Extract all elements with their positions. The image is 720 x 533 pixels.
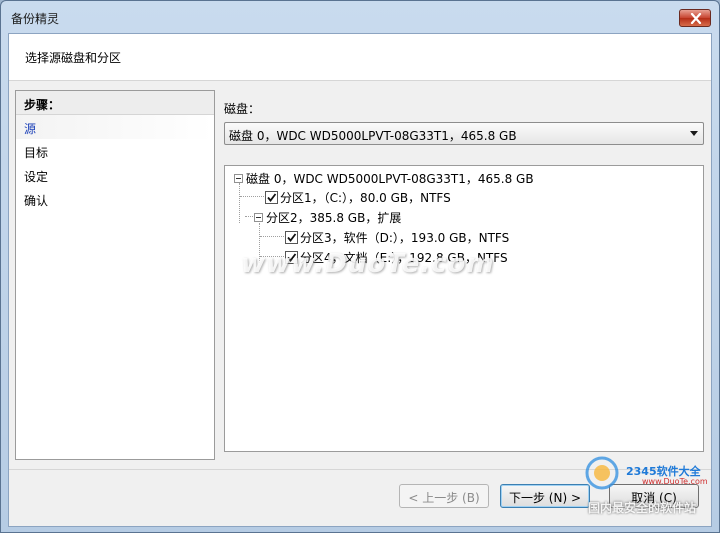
- header-text: 选择源磁盘和分区: [25, 51, 122, 65]
- step-confirm[interactable]: 确认: [16, 187, 214, 211]
- title-bar[interactable]: 备份精灵: [1, 1, 719, 33]
- partition-1-checkbox[interactable]: [265, 190, 278, 204]
- logo-slogan: 国内最安全的软件站: [588, 501, 697, 515]
- dropdown-arrow-icon[interactable]: [690, 131, 698, 136]
- partition-tree: 磁盘 0，WDC WD5000LPVT-08G33T1，465.8 GB 分区1…: [224, 165, 704, 452]
- checkmark-icon: [267, 192, 277, 202]
- tree-disk-node[interactable]: 磁盘 0，WDC WD5000LPVT-08G33T1，465.8 GB: [234, 169, 534, 187]
- dialog-window: 备份精灵 选择源磁盘和分区 步骤： 源 目标 设定 确认 磁盘： 磁盘 0，WD…: [0, 0, 720, 533]
- disk-dropdown-value: 磁盘 0，WDC WD5000LPVT-08G33T1，465.8 GB: [229, 129, 517, 143]
- tree-partition-3[interactable]: 分区3，软件（D:），193.0 GB，NTFS: [285, 228, 509, 246]
- partition-1-label: 分区1，（C:），80.0 GB，NTFS: [280, 190, 451, 205]
- window-title: 备份精灵: [11, 12, 60, 26]
- checkmark-icon: [287, 232, 297, 242]
- corner-logo: 2345软件大全 www.DuoTe.com 国内最安全的软件站: [576, 453, 716, 531]
- step-source[interactable]: 源: [16, 115, 214, 139]
- close-button[interactable]: [679, 9, 711, 27]
- step-target[interactable]: 目标: [16, 139, 214, 163]
- partition-3-label: 分区3，软件（D:），193.0 GB，NTFS: [300, 230, 510, 245]
- collapse-icon[interactable]: [234, 173, 243, 183]
- disk-dropdown[interactable]: 磁盘 0，WDC WD5000LPVT-08G33T1，465.8 GB: [224, 122, 704, 145]
- logo-url: www.DuoTe.com: [642, 477, 708, 486]
- steps-panel: 步骤： 源 目标 设定 确认: [15, 90, 215, 460]
- partition-3-checkbox[interactable]: [285, 230, 298, 244]
- step-settings[interactable]: 设定: [16, 163, 214, 187]
- tree-partition-1[interactable]: 分区1，（C:），80.0 GB，NTFS: [265, 188, 451, 206]
- tree-partition-2[interactable]: 分区2，385.8 GB，扩展: [254, 208, 401, 226]
- wizard-header: 选择源磁盘和分区: [9, 34, 711, 81]
- partition-2-label: 分区2，385.8 GB，扩展: [266, 210, 402, 225]
- disk-label: 磁盘：: [224, 102, 261, 116]
- collapse-icon[interactable]: [254, 212, 263, 222]
- watermark-text: www.DuoTe.com: [241, 249, 495, 279]
- logo-badge-icon: [585, 456, 619, 490]
- steps-title: 步骤：: [16, 91, 214, 115]
- close-icon: [690, 13, 702, 24]
- tree-disk-label: 磁盘 0，WDC WD5000LPVT-08G33T1，465.8 GB: [246, 171, 534, 186]
- back-button[interactable]: < 上一步 (B): [399, 484, 489, 508]
